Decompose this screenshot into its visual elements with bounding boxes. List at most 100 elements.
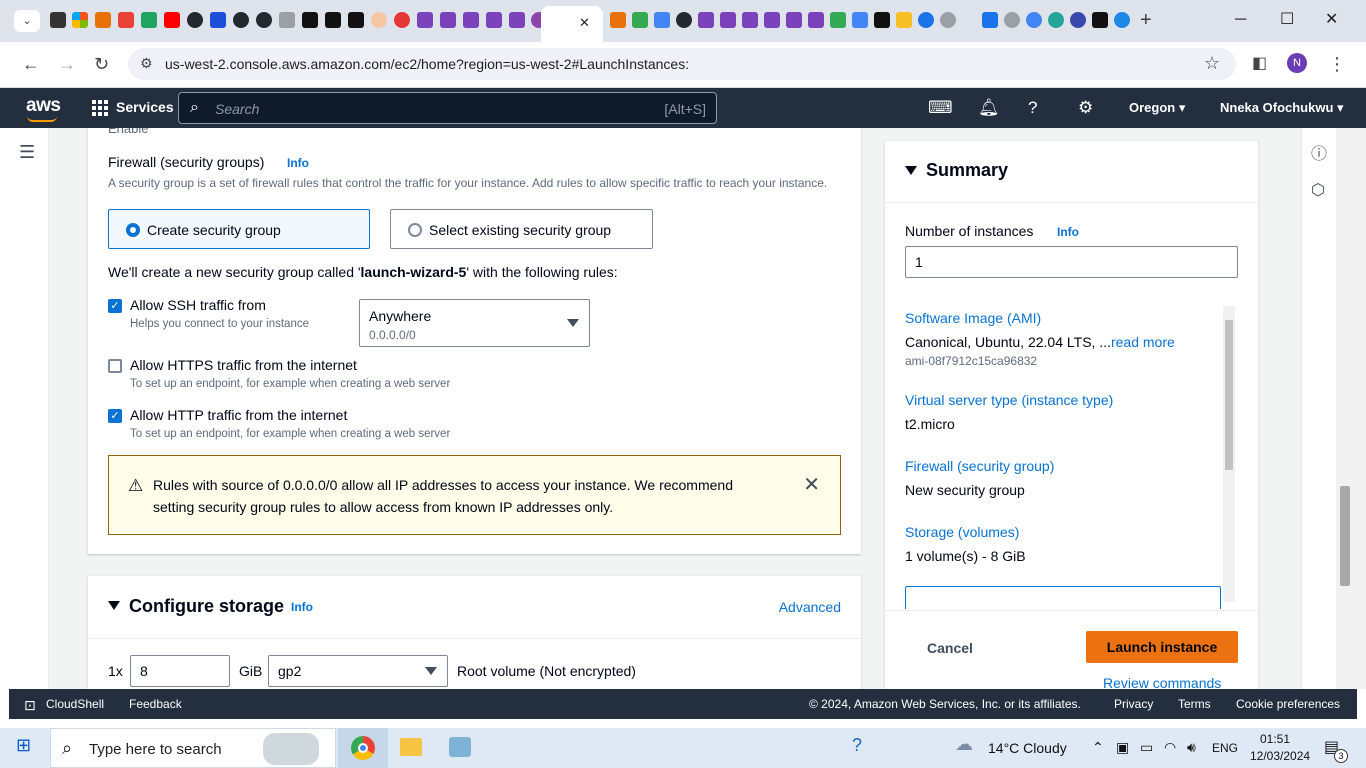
tab-terraform-icon[interactable]: [808, 12, 824, 28]
tab-terraform-icon[interactable]: [764, 12, 780, 28]
create-security-group-option[interactable]: Create security group: [108, 209, 370, 249]
windows-start-icon[interactable]: ⊞: [16, 735, 31, 756]
minimize-icon[interactable]: ─: [1235, 10, 1246, 30]
http-checkbox[interactable]: ✓: [108, 409, 122, 423]
summary-caret-icon[interactable]: [905, 166, 917, 175]
page-scroll-thumb[interactable]: [1340, 486, 1350, 586]
aws-search-input[interactable]: ⌕ Search [Alt+S]: [178, 92, 717, 124]
https-checkbox[interactable]: [108, 359, 122, 373]
bookmark-star-icon[interactable]: ☆: [1204, 53, 1220, 74]
cloudshell-footer-icon[interactable]: ⊡: [24, 697, 36, 714]
collapse-caret-icon[interactable]: [108, 601, 120, 610]
tab-terraform-icon[interactable]: [720, 12, 736, 28]
instance-type-link[interactable]: Virtual server type (instance type): [905, 392, 1113, 408]
services-grid-icon[interactable]: [92, 100, 108, 116]
tab-terraform-icon[interactable]: [698, 12, 714, 28]
tab-youtube-icon[interactable]: [164, 12, 180, 28]
summary-scroll-thumb[interactable]: [1225, 320, 1233, 470]
tab-app-icon[interactable]: [1114, 12, 1130, 28]
aws-logo[interactable]: aws: [26, 95, 61, 117]
file-explorer-icon[interactable]: [400, 738, 422, 756]
number-of-instances-input[interactable]: 1: [905, 246, 1238, 278]
firewall-info-link[interactable]: Info: [287, 156, 309, 170]
close-window-icon[interactable]: ✕: [1325, 10, 1338, 30]
taskbar-search[interactable]: ⌕ Type here to search: [50, 728, 336, 768]
page-scrollbar[interactable]: [1336, 128, 1366, 689]
tab-app-icon[interactable]: [210, 12, 226, 28]
tab-drive-icon[interactable]: [632, 12, 648, 28]
tab-globe-icon[interactable]: [940, 12, 956, 28]
tab-terraform-icon[interactable]: [742, 12, 758, 28]
side-panel-icon[interactable]: ◧: [1252, 54, 1267, 74]
tab-gmail-icon[interactable]: [118, 12, 134, 28]
wifi-icon[interactable]: ◠: [1164, 739, 1176, 756]
tab-app-icon[interactable]: [982, 12, 998, 28]
cookie-preferences-link[interactable]: Cookie preferences: [1236, 697, 1340, 711]
reload-icon[interactable]: ↻: [94, 54, 109, 74]
battery-icon[interactable]: ▭: [1140, 739, 1153, 756]
tab-app-icon[interactable]: [325, 12, 341, 28]
tab-close-icon[interactable]: ✕: [579, 15, 590, 31]
tab-search-button[interactable]: ⌄: [14, 10, 40, 32]
new-tab-button[interactable]: +: [1140, 10, 1152, 30]
clock-date[interactable]: 12/03/2024: [1250, 749, 1310, 763]
cancel-button[interactable]: Cancel: [927, 640, 973, 656]
dismiss-warning-icon[interactable]: ✕: [803, 472, 820, 497]
tab-app-icon[interactable]: [896, 12, 912, 28]
tab-globe-icon[interactable]: [1004, 12, 1020, 28]
notifications-bell-icon[interactable]: 🔔︎: [978, 98, 1000, 118]
storage-summary-link[interactable]: Storage (volumes): [905, 524, 1019, 540]
hamburger-menu-icon[interactable]: ☰: [19, 142, 35, 163]
back-icon[interactable]: ←: [22, 54, 40, 74]
ami-link[interactable]: Software Image (AMI): [905, 310, 1041, 326]
account-menu[interactable]: Nneka Ofochukwu ▾: [1220, 100, 1344, 116]
tab-box-icon[interactable]: [95, 12, 111, 28]
cloudshell-link[interactable]: CloudShell: [46, 697, 104, 711]
input-language[interactable]: ENG: [1212, 741, 1238, 755]
tab-app-icon[interactable]: [1048, 12, 1064, 28]
tab-app-icon[interactable]: [279, 12, 295, 28]
tab-app-icon[interactable]: [348, 12, 364, 28]
volume-type-select[interactable]: gp2: [268, 655, 448, 687]
tab-avatar-icon[interactable]: [371, 12, 387, 28]
tab-app-icon[interactable]: [1070, 12, 1086, 28]
help-taskbar-icon[interactable]: ?: [852, 735, 862, 756]
app-taskbar-icon[interactable]: [449, 737, 471, 757]
feedback-link[interactable]: Feedback: [129, 697, 182, 711]
ami-read-more-link[interactable]: read more: [1111, 334, 1175, 350]
review-commands-link[interactable]: Review commands: [1103, 675, 1221, 689]
volume-size-input[interactable]: 8: [130, 655, 230, 687]
tab-github-icon[interactable]: [676, 12, 692, 28]
tab-google-icon[interactable]: [1026, 12, 1042, 28]
firewall-summary-link[interactable]: Firewall (security group): [905, 458, 1054, 474]
tray-chevron-icon[interactable]: ⌃: [1092, 739, 1104, 756]
forward-icon[interactable]: →: [58, 54, 76, 74]
info-panel-icon[interactable]: ⓘ: [1311, 140, 1327, 164]
services-menu[interactable]: Services: [116, 99, 174, 115]
select-existing-security-group-option[interactable]: Select existing security group: [390, 209, 653, 249]
clock-time[interactable]: 01:51: [1260, 732, 1290, 746]
storage-info-link[interactable]: Info: [291, 600, 313, 614]
terms-link[interactable]: Terms: [1178, 697, 1211, 711]
tab-aws-icon[interactable]: [50, 12, 66, 28]
profile-avatar[interactable]: N: [1287, 53, 1307, 73]
browser-menu-icon[interactable]: ⋮: [1328, 54, 1346, 74]
help-icon[interactable]: ?: [1028, 98, 1037, 118]
settings-gear-icon[interactable]: ⚙: [1078, 98, 1093, 118]
advanced-link[interactable]: Advanced: [779, 599, 841, 615]
tab-github-icon[interactable]: [187, 12, 203, 28]
tab-docs-icon[interactable]: [654, 12, 670, 28]
tab-terraform-icon[interactable]: [786, 12, 802, 28]
launch-instance-button[interactable]: Launch instance: [1086, 631, 1238, 663]
site-settings-icon[interactable]: ⚙: [140, 55, 153, 72]
tab-terraform-icon[interactable]: [486, 12, 502, 28]
chrome-taskbar-button[interactable]: [338, 728, 388, 768]
weather-text[interactable]: 14°C Cloudy: [988, 740, 1067, 756]
ssh-source-select[interactable]: Anywhere 0.0.0.0/0: [359, 299, 590, 347]
tab-box-icon[interactable]: [610, 12, 626, 28]
tab-terraform-icon[interactable]: [463, 12, 479, 28]
tab-drive-icon[interactable]: [830, 12, 846, 28]
cloudshell-icon[interactable]: ⌨: [928, 98, 953, 118]
tab-app-icon[interactable]: [302, 12, 318, 28]
tab-github-icon[interactable]: [256, 12, 272, 28]
